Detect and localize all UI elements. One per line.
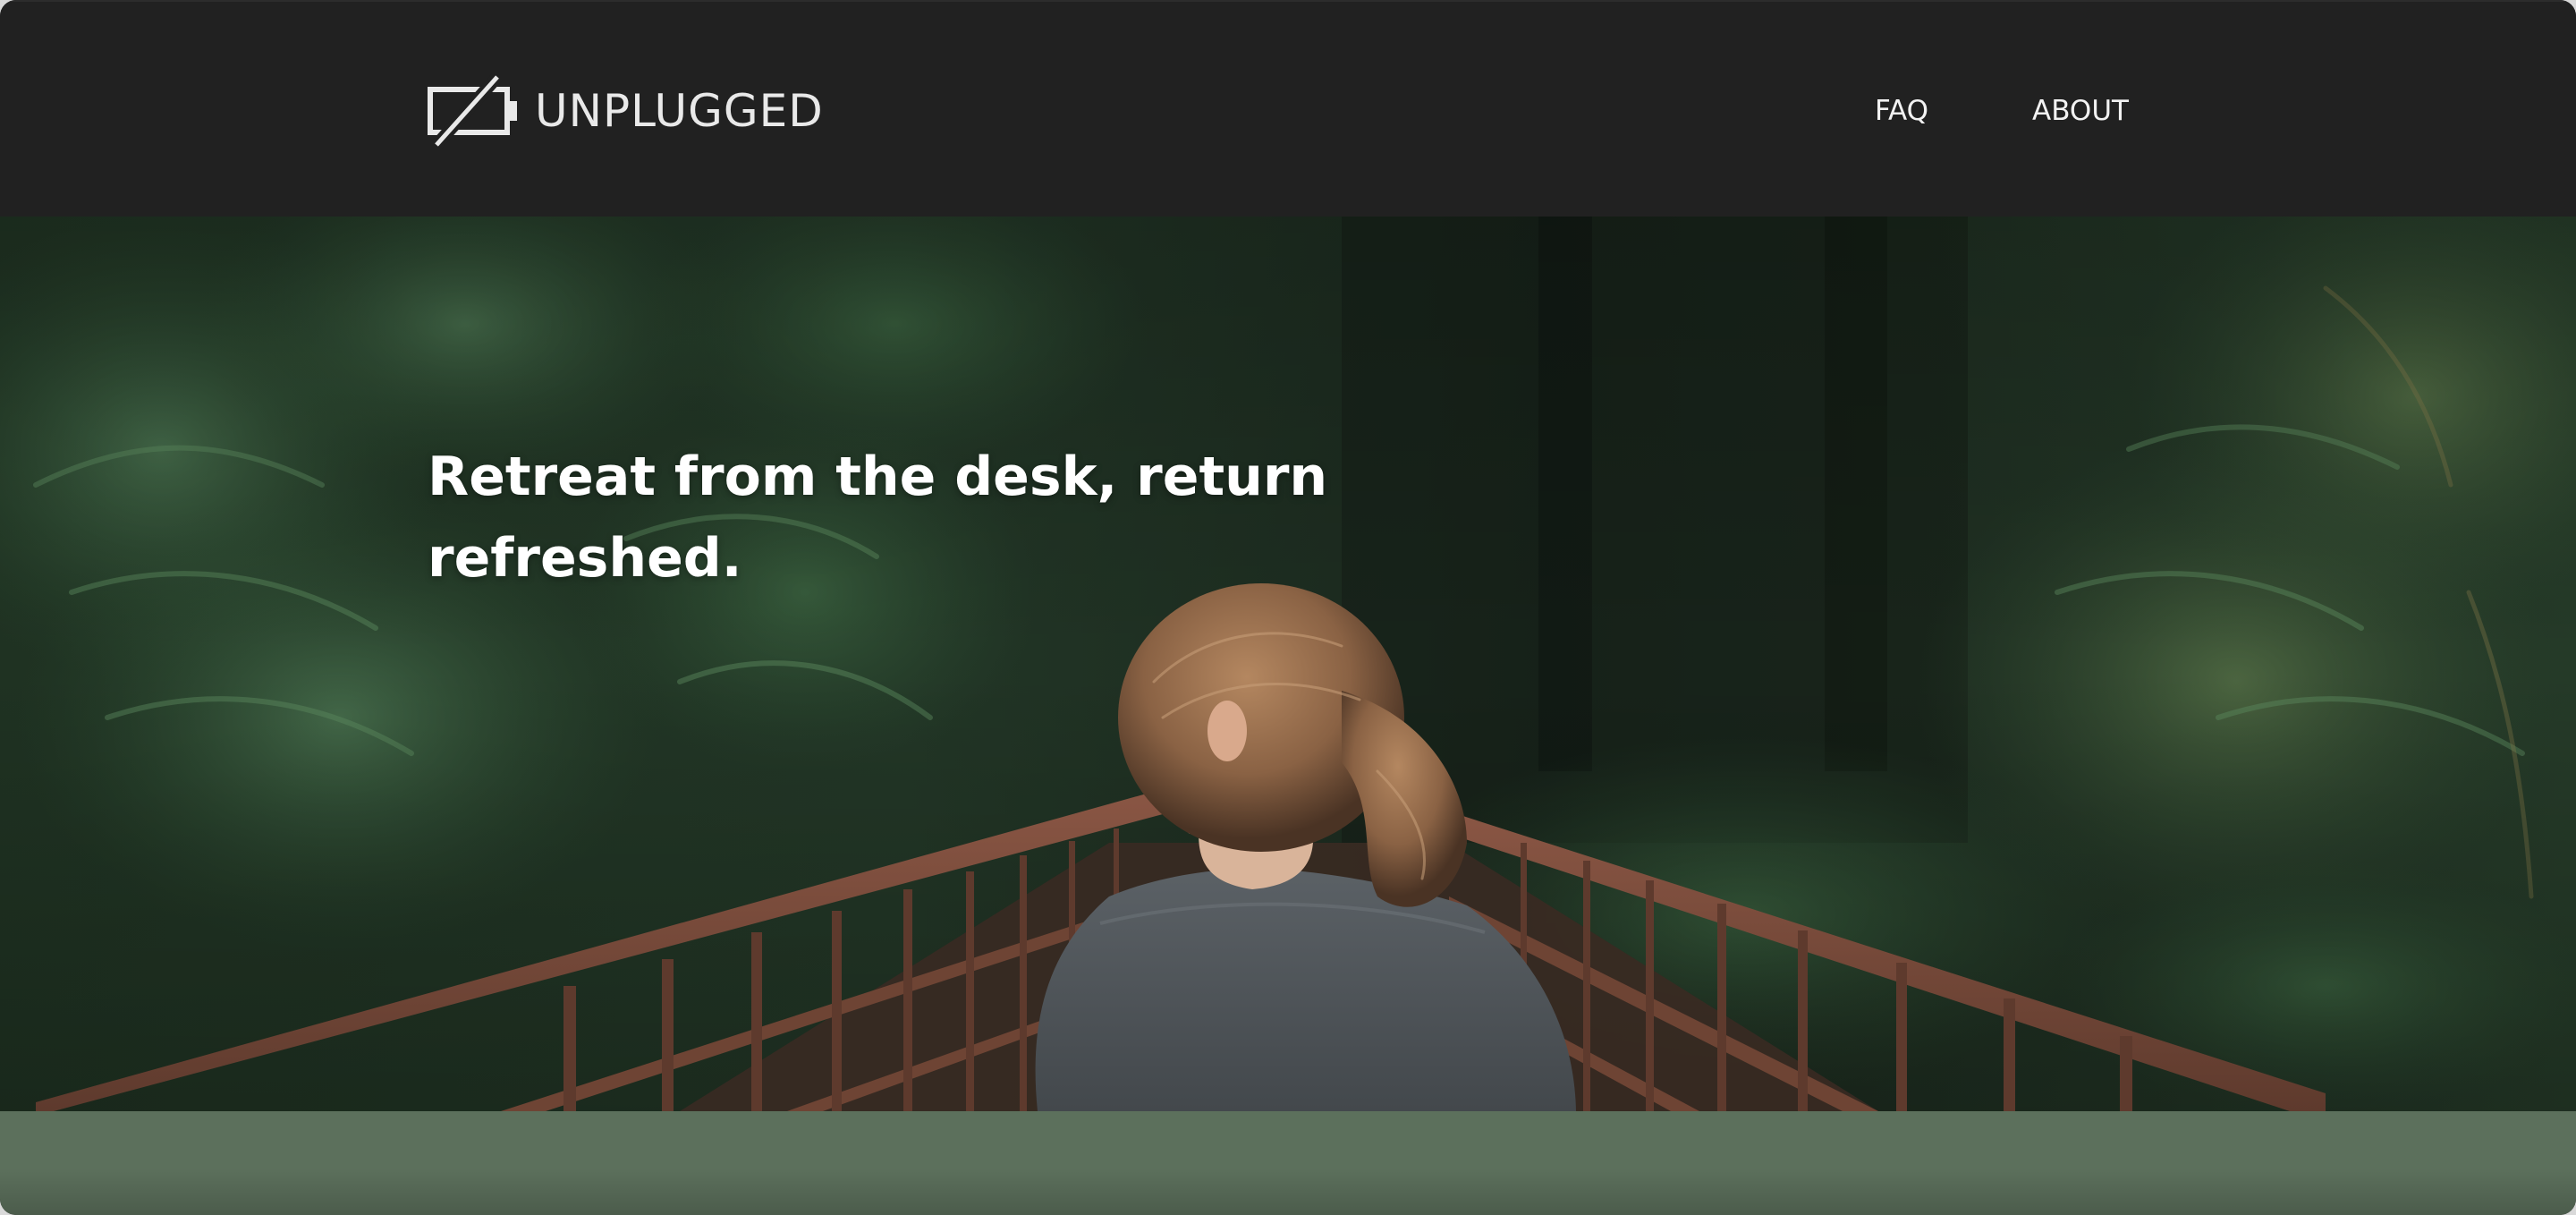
hero-headline: Retreat from the desk, return refreshed. <box>428 446 1328 590</box>
site-header: UNPLUGGED FAQ ABOUT <box>0 0 2576 217</box>
section-shadow <box>0 1111 2576 1215</box>
hero-image <box>0 217 2576 1111</box>
brand-name: UNPLUGGED <box>535 85 824 137</box>
site-logo[interactable]: UNPLUGGED <box>428 73 824 149</box>
hero-section: Retreat from the desk, return refreshed. <box>0 217 2576 1111</box>
browser-viewport: UNPLUGGED FAQ ABOUT Retreat from the des… <box>0 0 2576 1215</box>
battery-slash-icon <box>428 73 517 149</box>
content-section-start <box>0 1111 2576 1215</box>
nav-item-faq[interactable]: FAQ <box>1875 91 1928 131</box>
nav-item-about[interactable]: ABOUT <box>2032 91 2129 131</box>
